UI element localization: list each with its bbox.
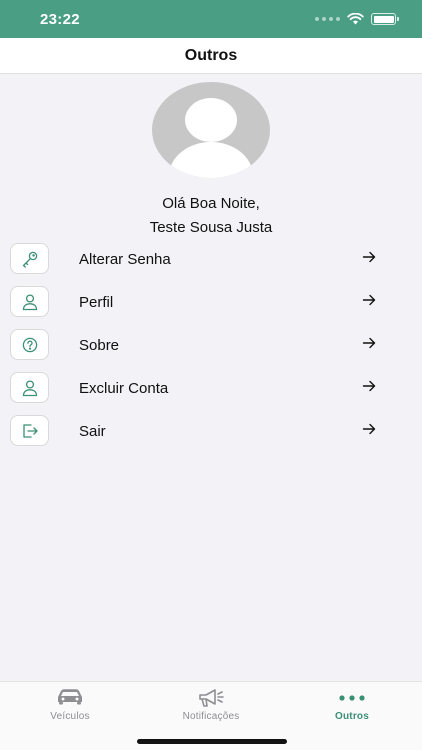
tab-label: Notificações (182, 711, 240, 722)
user-placeholder-icon (169, 98, 253, 178)
menu-item-sobre[interactable]: Sobre (0, 328, 422, 371)
battery-icon (371, 13, 399, 25)
menu-icon-box (10, 243, 49, 274)
menu-item-label: Sobre (79, 337, 120, 354)
menu-item-label: Perfil (79, 294, 114, 311)
home-indicator (137, 739, 287, 744)
menu-item-sair[interactable]: Sair (0, 414, 422, 457)
menu-list: Alterar Senha Perfil Sobre Excluir Conta… (0, 242, 422, 457)
menu-icon-box (10, 329, 49, 360)
menu-item-perfil[interactable]: Perfil (0, 285, 422, 328)
menu-item-label: Alterar Senha (79, 251, 171, 268)
page-title: Outros (184, 46, 238, 64)
menu-icon-box (10, 415, 49, 446)
status-icons (315, 12, 399, 26)
cellular-signal-icon (315, 17, 340, 21)
megaphone-icon (199, 689, 224, 707)
question-circle-icon (22, 337, 37, 352)
status-time: 23:22 (40, 11, 80, 28)
arrow-right-icon (362, 380, 376, 392)
arrow-right-icon (362, 294, 376, 306)
tab-label: Outros (335, 711, 369, 722)
tab-notificacoes[interactable]: Notificações (141, 682, 281, 732)
arrow-right-icon (362, 251, 376, 263)
user-name: Teste Sousa Justa (149, 219, 273, 236)
more-dots-icon (339, 695, 365, 701)
menu-icon-box (10, 372, 49, 403)
arrow-right-icon (362, 337, 376, 349)
arrow-right-icon (362, 423, 376, 435)
status-bar: 23:22 (0, 0, 422, 38)
nav-bar: Outros (0, 38, 422, 74)
menu-item-label: Excluir Conta (79, 380, 169, 397)
tab-label: Veículos (50, 711, 90, 722)
menu-item-label: Sair (79, 423, 106, 440)
menu-item-excluir-conta[interactable]: Excluir Conta (0, 371, 422, 414)
menu-item-alterar-senha[interactable]: Alterar Senha (0, 242, 422, 285)
wifi-icon (347, 13, 364, 25)
user-icon (22, 293, 37, 310)
menu-icon-box (10, 286, 49, 317)
tab-veiculos[interactable]: Veículos (0, 682, 140, 732)
user-icon (22, 379, 37, 396)
logout-icon (22, 423, 38, 438)
avatar (152, 82, 270, 178)
tab-outros[interactable]: Outros (282, 682, 422, 732)
greeting-text: Olá Boa Noite, (162, 195, 260, 212)
car-icon (58, 689, 82, 705)
key-icon (22, 251, 37, 268)
